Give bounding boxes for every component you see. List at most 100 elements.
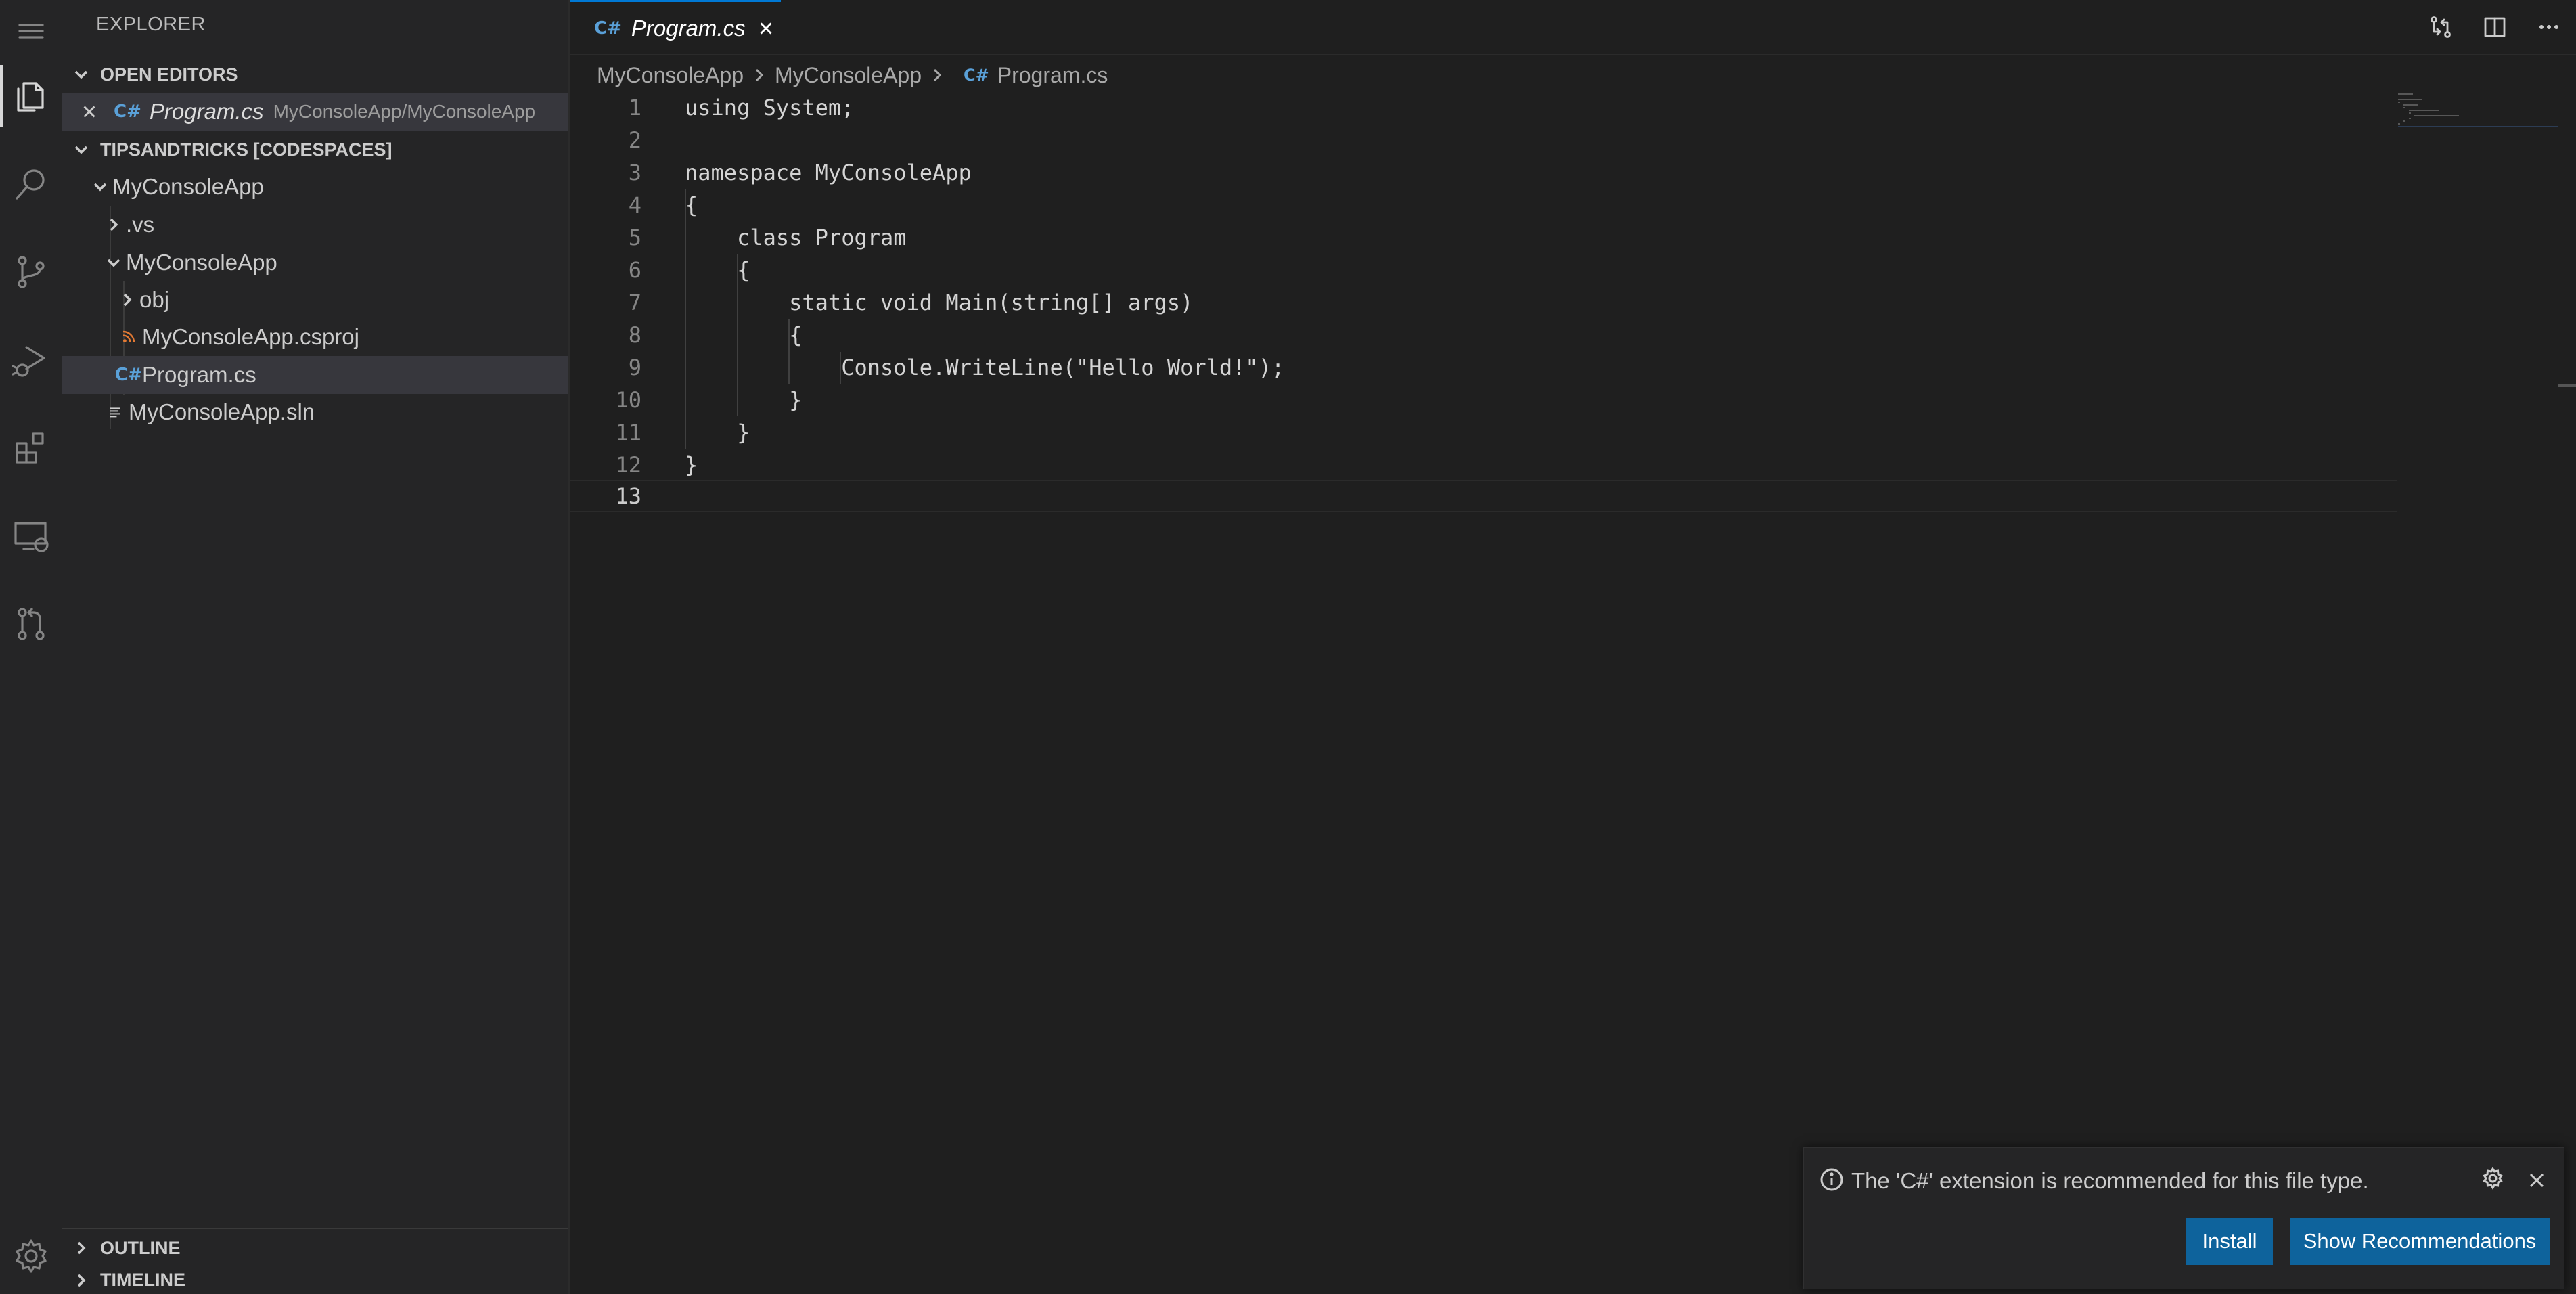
tree-item-folder[interactable]: MyConsoleApp [62, 244, 568, 282]
run-debug-view-button[interactable] [0, 329, 62, 391]
tab-close-button[interactable] [756, 19, 775, 38]
tree-item-folder[interactable]: obj [62, 281, 568, 319]
tree-item-label: obj [139, 287, 170, 312]
tree-item-file[interactable]: MyConsoleApp.csproj [62, 318, 568, 356]
extensions-icon [16, 432, 44, 464]
code-text: using System; [685, 95, 855, 120]
line-number: 10 [615, 387, 641, 413]
tree-item-label: MyConsoleApp [112, 174, 264, 199]
sidebar-title: EXPLORER [96, 14, 206, 35]
code-line: 10 } [570, 384, 2397, 416]
hamburger-menu-icon [18, 24, 44, 39]
open-changes-button[interactable] [2414, 0, 2468, 54]
split-editor-button[interactable] [2468, 0, 2522, 54]
csharp-file-icon: C# [114, 102, 141, 122]
breadcrumb: MyConsoleApp MyConsoleApp C# Program.cs [597, 60, 1108, 91]
csharp-file-icon: C# [114, 365, 143, 385]
breadcrumb-item[interactable]: MyConsoleApp [775, 63, 922, 88]
menu-button[interactable] [0, 0, 62, 62]
code-text: } [685, 420, 750, 445]
pull-requests-view-button[interactable] [0, 593, 62, 655]
line-number: 8 [628, 322, 641, 348]
chevron-down-icon [88, 168, 112, 206]
line-number: 12 [615, 452, 641, 478]
source-control-view-button[interactable] [0, 241, 62, 303]
tab-program-cs[interactable]: C# Program.cs [570, 0, 781, 54]
manage-button[interactable] [0, 1225, 62, 1287]
line-number: 9 [628, 355, 641, 380]
search-icon [16, 169, 45, 200]
gear-icon [2483, 1167, 2503, 1190]
open-editors-header[interactable]: OPEN EDITORS [62, 55, 568, 93]
chevron-right-icon [62, 1238, 100, 1258]
code-text: } [685, 452, 698, 478]
tree-item-file[interactable]: MyConsoleApp.sln [62, 393, 568, 431]
tree-item-folder[interactable]: MyConsoleApp [62, 168, 568, 206]
code-text: namespace MyConsoleApp [685, 160, 972, 185]
open-editor-path: MyConsoleApp/MyConsoleApp [273, 101, 536, 122]
notification-close-button[interactable] [2525, 1168, 2549, 1192]
notification-settings-button[interactable] [2481, 1166, 2505, 1190]
breadcrumb-item[interactable]: Program.cs [997, 63, 1108, 88]
timeline-header[interactable]: TIMELINE [62, 1266, 568, 1294]
extension-recommendation-notification: The 'C#' extension is recommended for th… [1803, 1147, 2564, 1289]
code-line: 2 [570, 124, 2397, 156]
pull-request-icon [18, 608, 45, 640]
line-number: 3 [628, 160, 641, 185]
code-text: Console.WriteLine("Hello World!"); [685, 355, 1285, 380]
extensions-view-button[interactable] [0, 417, 62, 479]
minimap[interactable] [2398, 91, 2558, 132]
chevron-right-icon [744, 66, 775, 84]
tree-item-folder[interactable]: .vs [62, 206, 568, 244]
chevron-down-icon [62, 139, 100, 160]
remote-explorer-view-button[interactable] [0, 505, 62, 567]
code-text: { [685, 192, 698, 218]
workspace-label: TIPSANDTRICKS [CODESPACES] [100, 139, 392, 160]
code-line: 6 { [570, 254, 2397, 286]
close-icon [2529, 1173, 2544, 1188]
code-text: class Program [685, 225, 907, 250]
tree-item-label: MyConsoleApp.sln [129, 399, 315, 424]
install-button[interactable]: Install [2186, 1218, 2273, 1265]
explorer-view-button[interactable] [0, 65, 62, 127]
chevron-down-icon [101, 244, 126, 282]
timeline-label: TIMELINE [100, 1270, 185, 1290]
source-control-icon [18, 256, 45, 288]
ellipsis-icon [2539, 25, 2558, 29]
code-line: 5 class Program [570, 221, 2397, 254]
tree-item-label: MyConsoleApp [126, 250, 277, 275]
csharp-file-icon: C# [964, 66, 989, 85]
chevron-right-icon [62, 1270, 100, 1291]
compare-changes-icon [2431, 16, 2451, 38]
tree-item-file[interactable]: C# Program.cs [62, 356, 568, 394]
scrollbar-cursor-marker [2558, 384, 2576, 387]
rss-icon [115, 329, 142, 345]
editor-scrollbar[interactable] [2558, 91, 2576, 1294]
show-recommendations-button[interactable]: Show Recommendations [2290, 1218, 2550, 1265]
open-editor-item[interactable]: C# Program.cs MyConsoleApp/MyConsoleApp [62, 93, 568, 131]
workspace-header[interactable]: TIPSANDTRICKS [CODESPACES] [62, 131, 568, 169]
code-text: { [685, 257, 750, 283]
line-number: 5 [628, 225, 641, 250]
remote-explorer-icon [14, 522, 49, 552]
tree-item-label: .vs [126, 212, 155, 237]
breadcrumb-item[interactable]: MyConsoleApp [597, 63, 744, 88]
outline-header[interactable]: OUTLINE [62, 1229, 568, 1267]
chevron-right-icon [922, 66, 953, 84]
split-editor-icon [2484, 17, 2506, 37]
search-view-button[interactable] [0, 153, 62, 215]
info-icon [1819, 1167, 1845, 1192]
files-icon [17, 82, 44, 112]
close-editor-button[interactable] [70, 102, 108, 121]
code-line: 3 namespace MyConsoleApp [570, 156, 2397, 189]
code-line: 1 using System; [570, 91, 2397, 124]
line-number: 13 [615, 483, 641, 509]
line-number: 11 [615, 420, 641, 445]
code-text: { [685, 322, 803, 348]
activity-bar [0, 0, 62, 1294]
code-text: static void Main(string[] args) [685, 290, 1194, 315]
notification-message: The 'C#' extension is recommended for th… [1851, 1168, 2369, 1193]
more-actions-button[interactable] [2522, 0, 2576, 54]
csharp-file-icon: C# [594, 18, 622, 39]
line-number: 7 [628, 290, 641, 315]
